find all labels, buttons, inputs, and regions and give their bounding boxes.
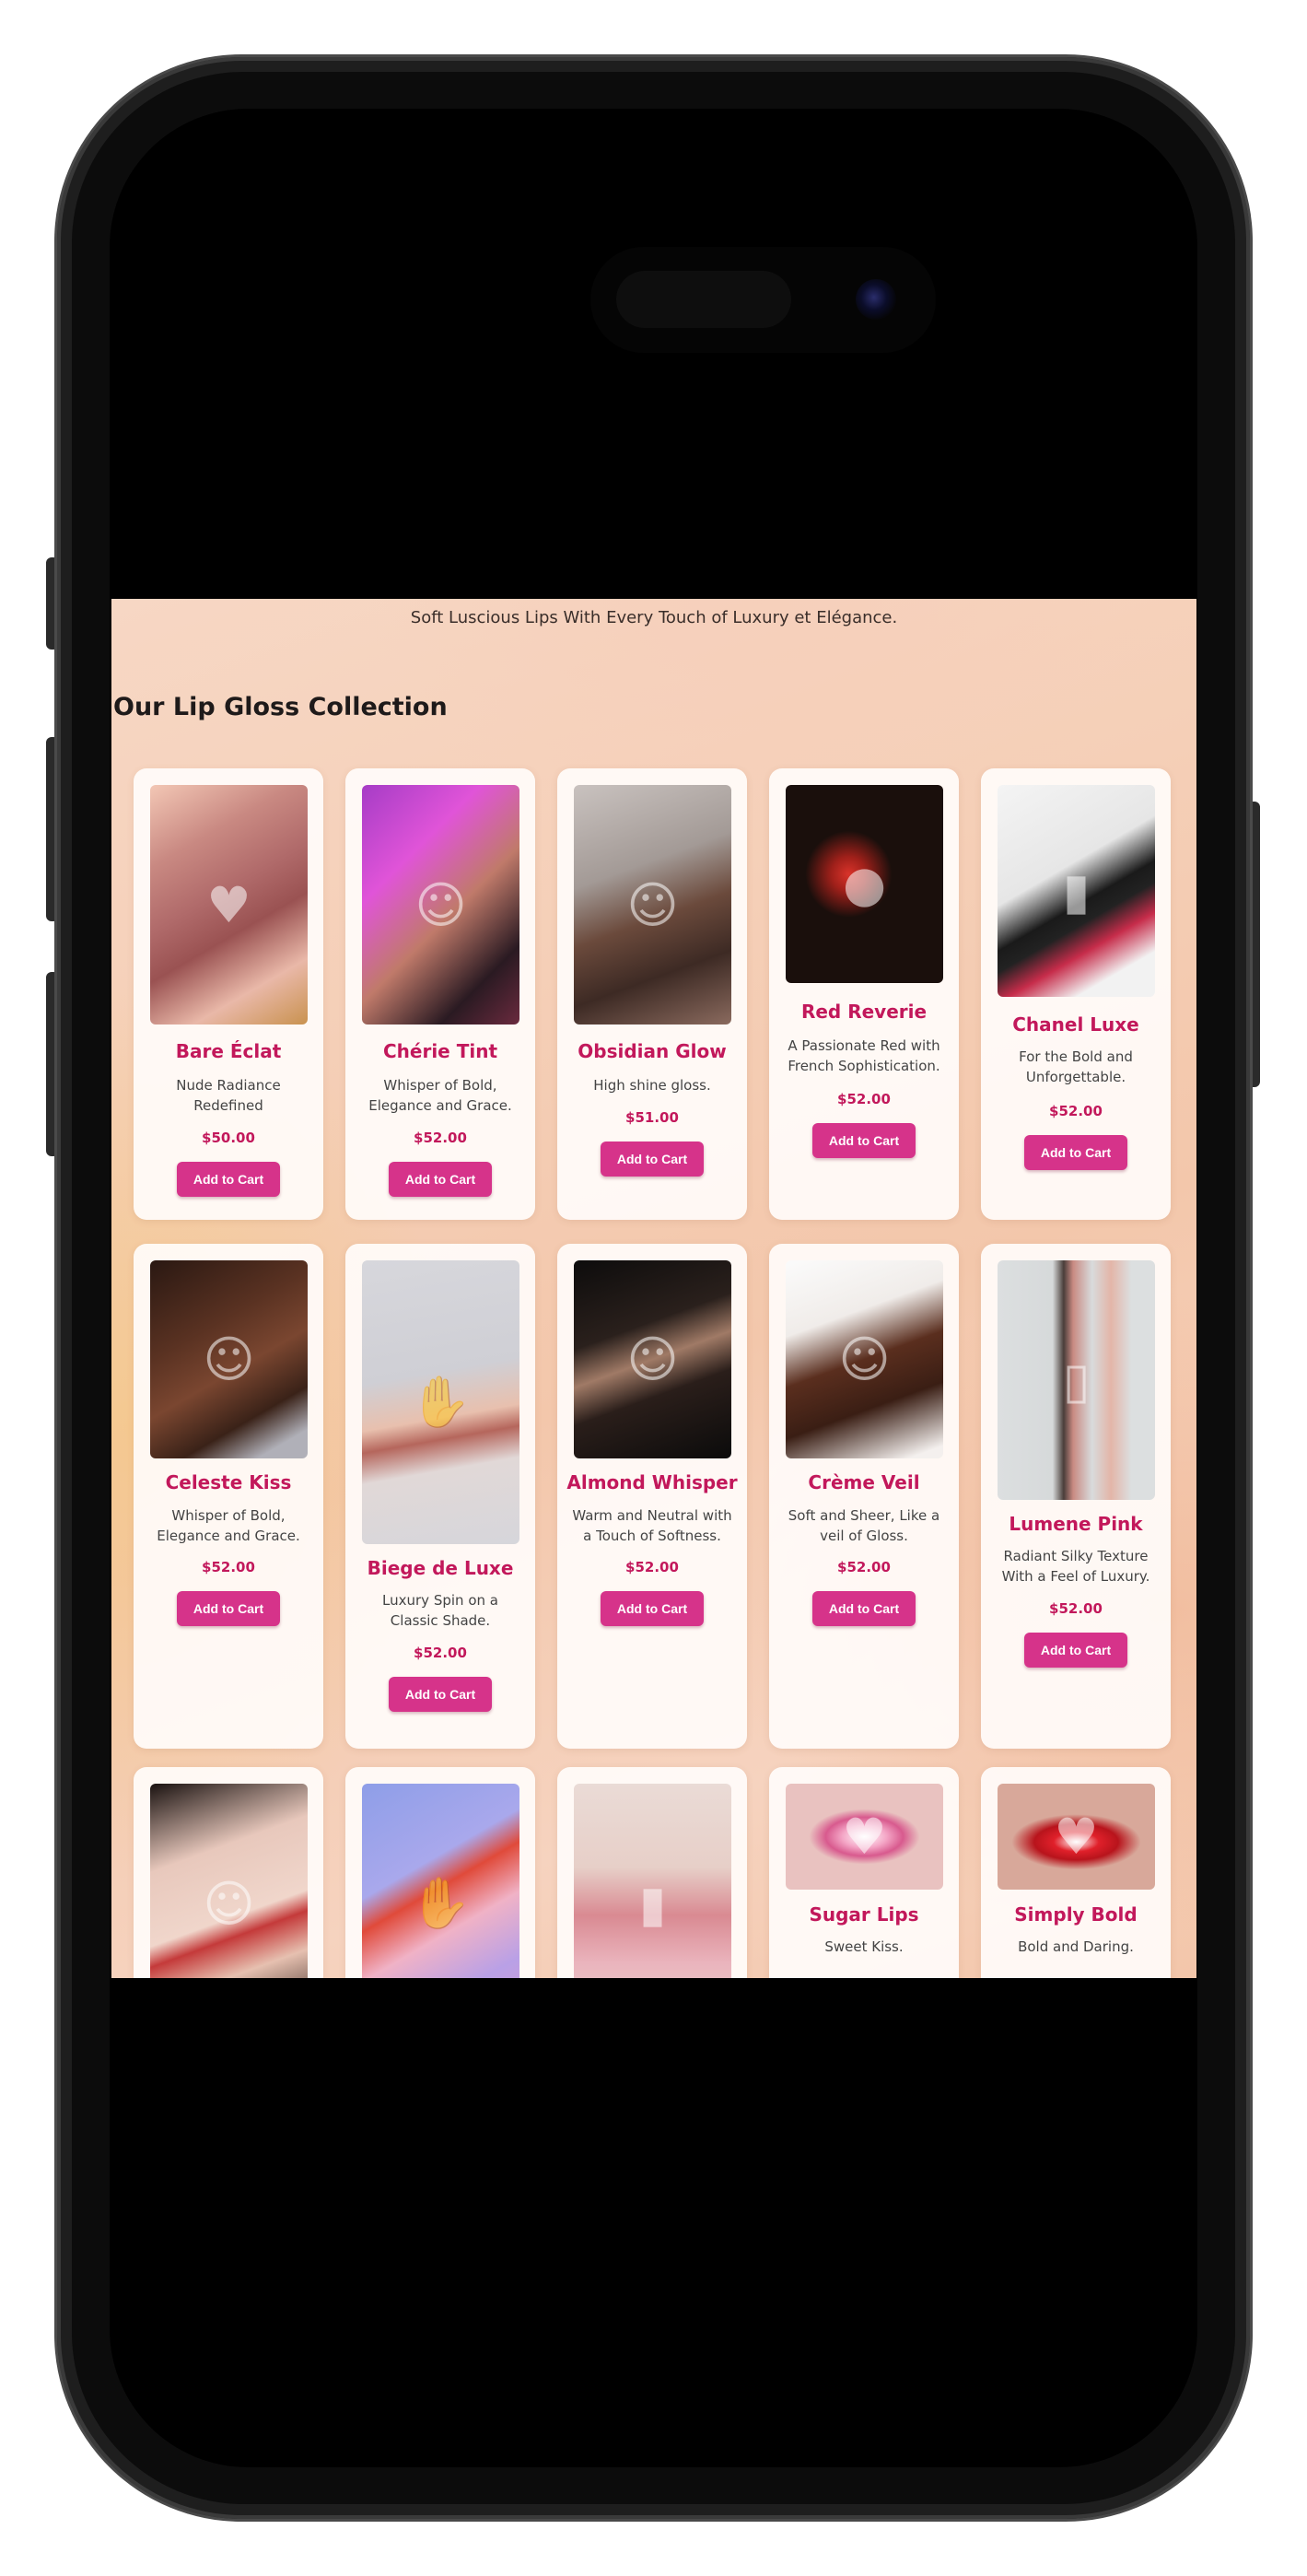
product-description: High shine gloss. <box>593 1077 711 1094</box>
portrait-icon: ☺ <box>626 875 679 934</box>
product-price: $52.00 <box>414 1130 467 1146</box>
product-price: $52.00 <box>837 1091 891 1107</box>
product-image[interactable]: ✋ <box>362 1260 519 1544</box>
product-price: $52.00 <box>1049 1600 1103 1617</box>
product-image[interactable]: ▮ <box>574 1784 731 1978</box>
product-image[interactable]: ✋ <box>362 1784 519 1978</box>
product-description: A Passionate Red with French Sophisticat… <box>788 1037 940 1074</box>
product-card: ▮ Chanel Luxe For the Bold and Unforgett… <box>981 768 1171 1220</box>
product-card: ☺ <box>134 1767 323 1978</box>
product-card: ● Red Reverie A Passionate Red with Fren… <box>769 768 959 1220</box>
product-price: $52.00 <box>837 1559 891 1575</box>
product-image[interactable]: ● <box>786 785 943 983</box>
product-name[interactable]: Almond Whisper <box>561 1471 743 1493</box>
product-image[interactable]: ☺ <box>150 1784 308 1978</box>
product-name[interactable]: Bare Éclat <box>137 1040 320 1062</box>
add-to-cart-button[interactable]: Add to Cart <box>812 1591 916 1626</box>
product-price: $52.00 <box>414 1645 467 1661</box>
product-name[interactable]: Simply Bold <box>985 1903 1167 1926</box>
add-to-cart-button[interactable]: Add to Cart <box>601 1142 704 1177</box>
product-description: Whisper of Bold, Elegance and Grace. <box>157 1507 300 1544</box>
add-to-cart-button[interactable]: Add to Cart <box>1024 1135 1127 1170</box>
product-card: ▮ <box>557 1767 747 1978</box>
add-to-cart-button[interactable]: Add to Cart <box>177 1591 280 1626</box>
product-image[interactable]: ♥ <box>998 1784 1155 1890</box>
product-description: Luxury Spin on a Classic Shade. <box>382 1592 498 1629</box>
product-name[interactable]: Chérie Tint <box>349 1040 531 1062</box>
product-card: ▯ Lumene Pink Radiant Silky Texture With… <box>981 1244 1171 1749</box>
product-price: $52.00 <box>202 1559 255 1575</box>
product-description: Whisper of Bold, Elegance and Grace. <box>368 1077 512 1114</box>
portrait-icon: ☺ <box>838 1330 891 1388</box>
add-to-cart-button[interactable]: Add to Cart <box>601 1591 704 1626</box>
product-description: For the Bold and Unforgettable. <box>1019 1048 1133 1085</box>
product-image[interactable]: ♥ <box>150 785 308 1025</box>
lipstick-icon: ▮ <box>638 1874 667 1933</box>
product-image[interactable]: ♥ <box>786 1784 943 1890</box>
web-viewport[interactable]: Soft Luscious Lips With Every Touch of L… <box>111 599 1196 1978</box>
product-price: $52.00 <box>625 1559 679 1575</box>
lips-icon: ♥ <box>842 1808 887 1866</box>
product-card: ☺ Obsidian Glow High shine gloss. $51.00… <box>557 768 747 1220</box>
section-title: Our Lip Gloss Collection <box>113 693 448 721</box>
camera-icon <box>856 279 896 320</box>
dynamic-island <box>590 247 936 353</box>
product-card: ☺ Crème Veil Soft and Sheer, Like a veil… <box>769 1244 959 1749</box>
product-description: Sweet Kiss. <box>824 1938 904 1955</box>
product-image[interactable]: ☺ <box>786 1260 943 1458</box>
portrait-icon: ☺ <box>626 1330 679 1388</box>
island-sensor <box>616 271 791 328</box>
product-name[interactable]: Biege de Luxe <box>349 1557 531 1579</box>
portrait-icon: ☺ <box>203 1330 255 1388</box>
product-name[interactable]: Celeste Kiss <box>137 1471 320 1493</box>
product-card: ✋ Biege de Luxe Luxury Spin on a Classic… <box>345 1244 535 1749</box>
product-name[interactable]: Sugar Lips <box>773 1903 955 1926</box>
add-to-cart-button[interactable]: Add to Cart <box>812 1123 916 1158</box>
portrait-icon: ☺ <box>414 875 467 934</box>
product-name[interactable]: Chanel Luxe <box>985 1013 1167 1036</box>
product-image[interactable]: ☺ <box>362 785 519 1025</box>
product-card: ✋ <box>345 1767 535 1978</box>
lips-icon: ♥ <box>206 875 251 934</box>
product-image[interactable]: ☺ <box>150 1260 308 1458</box>
strawberry-icon: ● <box>842 855 887 913</box>
product-image[interactable]: ☺ <box>574 785 731 1025</box>
tagline: Soft Luscious Lips With Every Touch of L… <box>410 608 898 627</box>
product-card: ♥ Simply Bold Bold and Daring. <box>981 1767 1171 1978</box>
product-name[interactable]: Obsidian Glow <box>561 1040 743 1062</box>
lips-icon: ♥ <box>1054 1808 1099 1866</box>
add-to-cart-button[interactable]: Add to Cart <box>389 1162 492 1197</box>
gloss-tube-icon: ▯ <box>1062 1351 1091 1410</box>
product-image[interactable]: ☺ <box>574 1260 731 1458</box>
product-name[interactable]: Red Reverie <box>773 1001 955 1023</box>
add-to-cart-button[interactable]: Add to Cart <box>389 1677 492 1712</box>
product-description: Soft and Sheer, Like a veil of Gloss. <box>788 1507 940 1544</box>
product-description: Warm and Neutral with a Touch of Softnes… <box>572 1507 732 1544</box>
product-price: $52.00 <box>1049 1103 1103 1119</box>
product-card: ☺ Celeste Kiss Whisper of Bold, Elegance… <box>134 1244 323 1749</box>
gloss-tube-icon: ✋ <box>409 1874 473 1932</box>
product-image[interactable]: ▮ <box>998 785 1155 997</box>
product-name[interactable]: Lumene Pink <box>985 1513 1167 1535</box>
product-name[interactable]: Crème Veil <box>773 1471 955 1493</box>
product-price: $50.00 <box>202 1130 255 1146</box>
product-description: Radiant Silky Texture With a Feel of Lux… <box>1001 1548 1150 1585</box>
product-description: Nude Radiance Redefined <box>176 1077 281 1114</box>
portrait-icon: ☺ <box>203 1874 255 1933</box>
add-to-cart-button[interactable]: Add to Cart <box>1024 1633 1127 1668</box>
lipstick-icon: ▮ <box>1062 861 1091 920</box>
product-card: ♥ Bare Éclat Nude Radiance Redefined $50… <box>134 768 323 1220</box>
gloss-tube-icon: ✋ <box>409 1373 473 1431</box>
product-description: Bold and Daring. <box>1018 1938 1134 1955</box>
product-price: $51.00 <box>625 1109 679 1126</box>
product-card: ♥ Sugar Lips Sweet Kiss. <box>769 1767 959 1978</box>
product-card: ☺ Chérie Tint Whisper of Bold, Elegance … <box>345 768 535 1220</box>
add-to-cart-button[interactable]: Add to Cart <box>177 1162 280 1197</box>
product-image[interactable]: ▯ <box>998 1260 1155 1500</box>
product-card: ☺ Almond Whisper Warm and Neutral with a… <box>557 1244 747 1749</box>
